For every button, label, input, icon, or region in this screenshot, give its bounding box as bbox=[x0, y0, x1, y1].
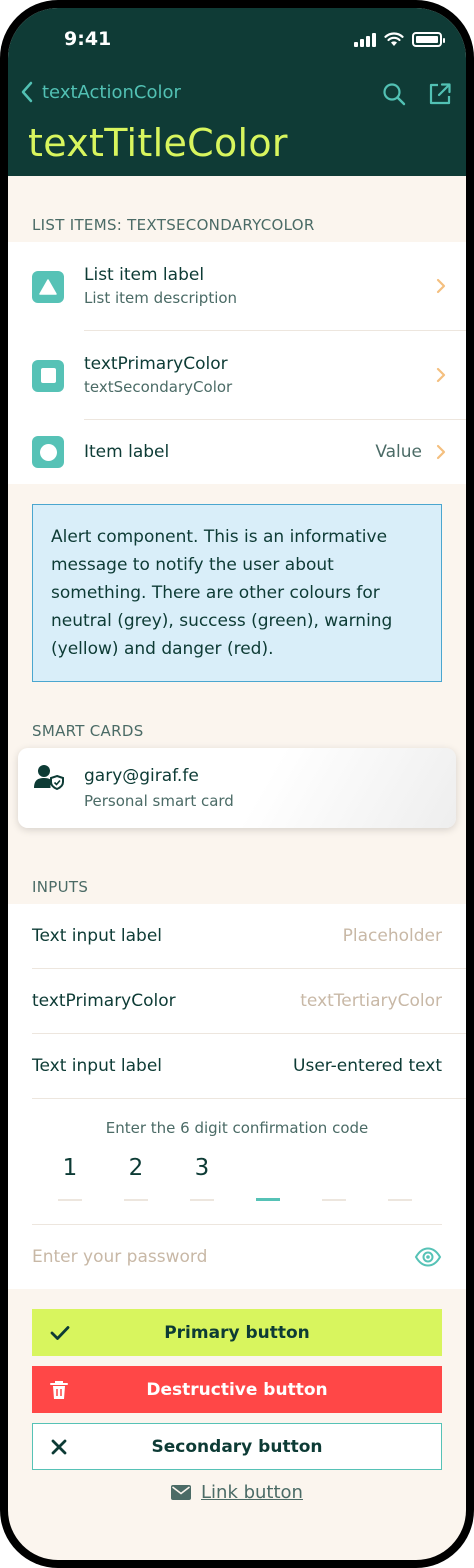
list-item-description: textSecondaryColor bbox=[84, 378, 233, 396]
destructive-button-label: Destructive button bbox=[146, 1379, 328, 1400]
card-subtitle: Personal smart card bbox=[84, 792, 234, 810]
code-hint: Enter the 6 digit confirmation code bbox=[105, 1119, 369, 1137]
input-label: Text input label bbox=[32, 926, 163, 946]
inputs-group: Text input label Placeholder textPrimary… bbox=[8, 904, 466, 1289]
wifi-icon bbox=[384, 32, 404, 46]
info-alert: Alert component. This is an informative … bbox=[32, 504, 442, 682]
header: 9:41 textActionColor textTitleColor bbox=[8, 8, 466, 176]
eye-icon[interactable] bbox=[414, 1247, 442, 1267]
chevron-right-icon bbox=[436, 278, 446, 294]
code-digit-active[interactable] bbox=[256, 1155, 280, 1201]
triangle-icon bbox=[32, 270, 64, 303]
navbar: textActionColor bbox=[8, 78, 466, 114]
user-shield-icon bbox=[34, 765, 64, 790]
smart-cards-title: SMART CARDS bbox=[32, 722, 144, 740]
check-icon bbox=[50, 1325, 70, 1341]
list-item-description: List item description bbox=[84, 289, 238, 307]
code-digit[interactable]: 2 bbox=[124, 1155, 148, 1201]
code-digit[interactable]: 3 bbox=[190, 1155, 214, 1201]
close-icon bbox=[51, 1439, 67, 1455]
list: List item label List item description te… bbox=[8, 242, 466, 484]
card-email: gary@giraf.fe bbox=[84, 766, 199, 786]
code-digit[interactable]: 1 bbox=[58, 1155, 82, 1201]
nav-actions bbox=[382, 82, 452, 106]
battery-icon bbox=[412, 32, 445, 47]
code-digit[interactable] bbox=[322, 1155, 346, 1201]
list-item[interactable]: Item label Value bbox=[8, 420, 466, 484]
secondary-button-label: Secondary button bbox=[151, 1436, 323, 1457]
signal-icon bbox=[354, 32, 376, 47]
text-input-row[interactable]: Text input label User-entered text bbox=[32, 1034, 466, 1099]
list-item-value: Value bbox=[375, 442, 422, 462]
square-icon bbox=[32, 359, 64, 392]
mail-icon bbox=[171, 1485, 192, 1500]
password-placeholder[interactable]: Enter your password bbox=[32, 1247, 207, 1267]
back-button[interactable]: textActionColor bbox=[20, 80, 181, 104]
password-field[interactable]: Enter your password bbox=[32, 1225, 442, 1289]
buttons-group: Primary button Destructive button Second… bbox=[8, 1289, 466, 1503]
status-time: 9:41 bbox=[64, 28, 112, 50]
chevron-right-icon bbox=[436, 367, 446, 383]
status-icons bbox=[354, 32, 445, 47]
code-digits[interactable]: 1 2 3 bbox=[58, 1155, 412, 1201]
search-icon[interactable] bbox=[382, 82, 406, 106]
primary-button[interactable]: Primary button bbox=[32, 1309, 442, 1356]
inputs-title: INPUTS bbox=[32, 878, 89, 896]
smart-card[interactable]: gary@giraf.fe Personal smart card bbox=[18, 748, 456, 828]
confirmation-code: Enter the 6 digit confirmation code 1 2 … bbox=[32, 1099, 442, 1225]
text-input-row[interactable]: Text input label Placeholder bbox=[32, 904, 466, 969]
page-title: textTitleColor bbox=[28, 121, 288, 165]
list-item-label: textPrimaryColor bbox=[84, 354, 228, 374]
input-label: textPrimaryColor bbox=[32, 991, 176, 1011]
destructive-button[interactable]: Destructive button bbox=[32, 1366, 442, 1413]
external-link-icon[interactable] bbox=[428, 82, 452, 106]
screen: 9:41 textActionColor textTitleColor LIST… bbox=[8, 8, 466, 1560]
code-digit[interactable] bbox=[388, 1155, 412, 1201]
secondary-button[interactable]: Secondary button bbox=[32, 1423, 442, 1470]
list-item[interactable]: textPrimaryColor textSecondaryColor bbox=[8, 331, 466, 420]
chevron-left-icon bbox=[21, 81, 33, 103]
status-bar: 9:41 bbox=[8, 8, 466, 68]
back-label: textActionColor bbox=[42, 81, 181, 103]
list-item[interactable]: List item label List item description bbox=[8, 242, 466, 331]
phone-frame: 9:41 textActionColor textTitleColor LIST… bbox=[0, 0, 474, 1568]
circle-icon bbox=[32, 436, 64, 468]
list-item-label: List item label bbox=[84, 265, 205, 285]
link-button-label: Link button bbox=[201, 1482, 303, 1503]
input-label: Text input label bbox=[32, 1056, 163, 1076]
input-placeholder[interactable]: textTertiaryColor bbox=[300, 991, 442, 1011]
chevron-right-icon bbox=[436, 444, 446, 460]
input-value[interactable]: User-entered text bbox=[293, 1056, 442, 1076]
list-section-title: LIST ITEMS: TEXTSECONDARYCOLOR bbox=[32, 216, 315, 234]
text-input-row[interactable]: textPrimaryColor textTertiaryColor bbox=[32, 969, 466, 1034]
trash-icon bbox=[50, 1380, 68, 1400]
input-placeholder[interactable]: Placeholder bbox=[343, 926, 442, 946]
link-button[interactable]: Link button bbox=[8, 1482, 466, 1503]
primary-button-label: Primary button bbox=[164, 1322, 310, 1343]
